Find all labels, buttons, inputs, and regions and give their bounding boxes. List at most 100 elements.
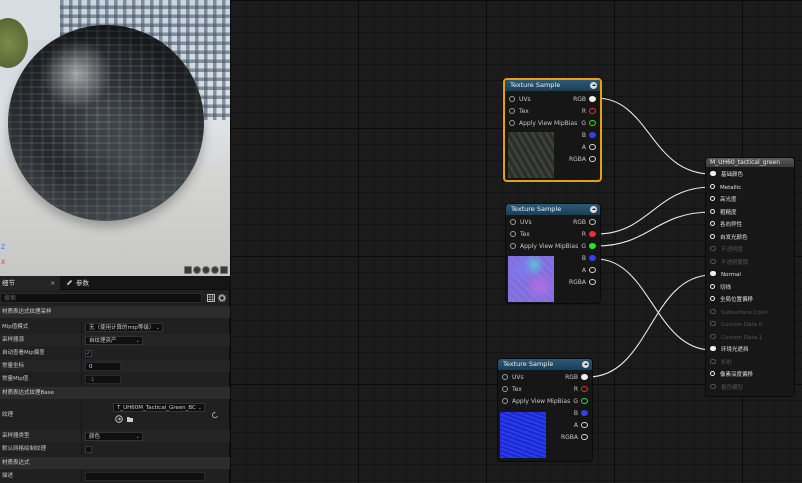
pin-dot bbox=[581, 374, 588, 380]
pin-label: UVs bbox=[520, 219, 532, 226]
output-pin-r[interactable]: R bbox=[574, 384, 588, 396]
node-title[interactable]: Texture Sample bbox=[498, 359, 592, 370]
node-title[interactable]: Texture Sample bbox=[506, 204, 600, 215]
input-pin-uvs[interactable]: UVs bbox=[509, 94, 531, 106]
output-pin-b[interactable]: B bbox=[582, 130, 596, 142]
cylinder-shape-icon[interactable] bbox=[193, 266, 201, 274]
folder-icon[interactable] bbox=[126, 415, 134, 423]
tab-parameters[interactable]: 参数 bbox=[64, 276, 124, 290]
pin-label: R bbox=[573, 386, 578, 393]
material-pin-tangent[interactable]: 切线 bbox=[710, 282, 731, 295]
mip-mode-dropdown[interactable]: 无（使用计算的mip等级） ⌄ bbox=[85, 322, 163, 332]
collapse-icon[interactable] bbox=[590, 206, 597, 213]
output-pin-rgb[interactable]: RGB bbox=[565, 372, 588, 384]
const-mip-value-input[interactable]: -1 bbox=[85, 374, 121, 384]
material-pin-ambient-occlusion[interactable]: 环境光遮挡 bbox=[710, 344, 749, 357]
property-row-sampler-source: 采样器源 自纹理资产 ⌄ bbox=[0, 334, 230, 346]
material-node-title[interactable]: M_UH60_tactical_green bbox=[706, 158, 794, 167]
material-pin-anisotropy[interactable]: 各向异性 bbox=[710, 219, 742, 232]
section-label: 材质表达式 bbox=[2, 460, 30, 466]
output-pin-g[interactable]: G bbox=[581, 118, 596, 130]
material-pin-metallic[interactable]: Metallic bbox=[710, 182, 741, 195]
pin-dot bbox=[589, 120, 596, 126]
input-pin-tex[interactable]: Tex bbox=[509, 106, 529, 118]
output-pin-a[interactable]: A bbox=[582, 142, 596, 154]
const-coordinate-input[interactable]: 0 bbox=[85, 361, 121, 371]
pin-dot bbox=[710, 184, 715, 189]
output-pin-b[interactable]: B bbox=[582, 253, 596, 265]
mesh-shape-icon[interactable] bbox=[220, 266, 228, 274]
material-pin-base-color[interactable]: 基础颜色 bbox=[710, 169, 743, 182]
output-pin-g[interactable]: G bbox=[573, 396, 588, 408]
description-input[interactable] bbox=[85, 471, 205, 481]
collapse-icon[interactable] bbox=[582, 361, 589, 368]
input-pin-apply-view-mipbias[interactable]: Apply View MipBias bbox=[502, 396, 570, 408]
material-result-node[interactable]: M_UH60_tactical_green 基础颜色 Metallic 高光度 … bbox=[705, 157, 795, 397]
input-pin-apply-view-mipbias[interactable]: Apply View MipBias bbox=[510, 241, 578, 253]
node-title-text: Texture Sample bbox=[511, 205, 562, 213]
output-pin-a[interactable]: A bbox=[582, 265, 596, 277]
auto-view-mip-bias-checkbox[interactable] bbox=[85, 348, 92, 360]
property-label: 描述 bbox=[2, 473, 14, 479]
normal-map-texture-preview bbox=[500, 412, 546, 458]
section-material-expression[interactable]: 材质表达式 bbox=[0, 457, 230, 469]
output-pin-r[interactable]: R bbox=[582, 106, 596, 118]
column-divider bbox=[81, 347, 82, 359]
output-pin-b[interactable]: B bbox=[574, 408, 588, 420]
input-pin-uvs[interactable]: UVs bbox=[510, 217, 532, 229]
close-icon[interactable]: × bbox=[50, 276, 55, 290]
material-preview-viewport[interactable]: Z X bbox=[0, 0, 230, 276]
output-pin-rgba[interactable]: RGBA bbox=[569, 154, 596, 166]
pin-dot bbox=[710, 259, 716, 264]
output-pin-rgba[interactable]: RGBA bbox=[561, 432, 588, 444]
tab-details-label: 细节 bbox=[2, 279, 15, 287]
viewport-shape-toolbar bbox=[184, 266, 228, 274]
default-mesh-paint-checkbox[interactable] bbox=[85, 445, 92, 453]
input-pin-tex[interactable]: Tex bbox=[510, 229, 530, 241]
material-pin-custom-data-1: Custom Data 1 bbox=[710, 332, 762, 345]
browse-arrow-icon[interactable] bbox=[115, 415, 123, 423]
collapse-icon[interactable] bbox=[590, 82, 597, 89]
output-pin-rgb[interactable]: RGB bbox=[573, 94, 596, 106]
input-pin-tex[interactable]: Tex bbox=[502, 384, 522, 396]
pin-dot bbox=[589, 243, 596, 249]
output-pin-g[interactable]: G bbox=[581, 241, 596, 253]
details-search-input[interactable]: 搜索 bbox=[0, 293, 202, 303]
node-title[interactable]: Texture Sample bbox=[505, 80, 600, 91]
table-view-icon[interactable] bbox=[207, 294, 215, 302]
sampler-source-dropdown[interactable]: 自纹理资产 ⌄ bbox=[85, 335, 143, 345]
gear-icon[interactable] bbox=[218, 294, 226, 302]
sphere-shape-icon[interactable] bbox=[202, 266, 210, 274]
pin-label: Tex bbox=[512, 386, 522, 393]
input-pin-uvs[interactable]: UVs bbox=[502, 372, 524, 384]
material-pin-normal[interactable]: Normal bbox=[710, 269, 741, 282]
material-pin-world-position-offset[interactable]: 全局位置偏移 bbox=[710, 294, 753, 307]
texture-asset-picker[interactable]: T_UH60M_Tactical_Green_BC ⌄ bbox=[113, 403, 205, 412]
pin-dot bbox=[581, 422, 588, 428]
section-texture-sample[interactable]: 材质表达式纹理采样 bbox=[0, 306, 230, 318]
input-pin-apply-view-mipbias[interactable]: Apply View MipBias bbox=[509, 118, 577, 130]
material-pin-custom-data-0: Custom Data 0 bbox=[710, 319, 762, 332]
material-pin-roughness[interactable]: 粗糙度 bbox=[710, 207, 737, 220]
axis-z-label: Z bbox=[1, 244, 6, 251]
material-pin-pixel-depth-offset[interactable]: 像素深度偏移 bbox=[710, 369, 753, 382]
property-label: 纹理 bbox=[2, 412, 14, 418]
output-pin-rgb[interactable]: RGB bbox=[573, 217, 596, 229]
property-row-const-coordinate: 常量坐标 0 bbox=[0, 360, 230, 372]
plane-shape-icon[interactable] bbox=[184, 266, 192, 274]
output-pin-rgba[interactable]: RGBA bbox=[569, 277, 596, 289]
section-texture-base[interactable]: 材质表达式纹理Base bbox=[0, 387, 230, 399]
sampler-type-dropdown[interactable]: 颜色 ⌄ bbox=[85, 431, 143, 441]
material-pin-emissive-color[interactable]: 自发光颜色 bbox=[710, 232, 748, 245]
pin-dot bbox=[710, 359, 716, 364]
texture-sample-node-3[interactable]: Texture Sample UVs Tex Apply View MipBia… bbox=[497, 358, 593, 462]
texture-sample-node-1[interactable]: Texture Sample UVs Tex Apply View MipBia… bbox=[503, 78, 602, 182]
texture-sample-node-2[interactable]: Texture Sample UVs Tex Apply View MipBia… bbox=[505, 203, 601, 304]
pin-dot bbox=[710, 234, 715, 239]
reset-arrow-icon[interactable] bbox=[211, 411, 219, 419]
pin-dot bbox=[710, 296, 715, 301]
cube-shape-icon[interactable] bbox=[211, 266, 219, 274]
output-pin-r[interactable]: R bbox=[582, 229, 596, 241]
output-pin-a[interactable]: A bbox=[574, 420, 588, 432]
material-pin-specular[interactable]: 高光度 bbox=[710, 194, 737, 207]
